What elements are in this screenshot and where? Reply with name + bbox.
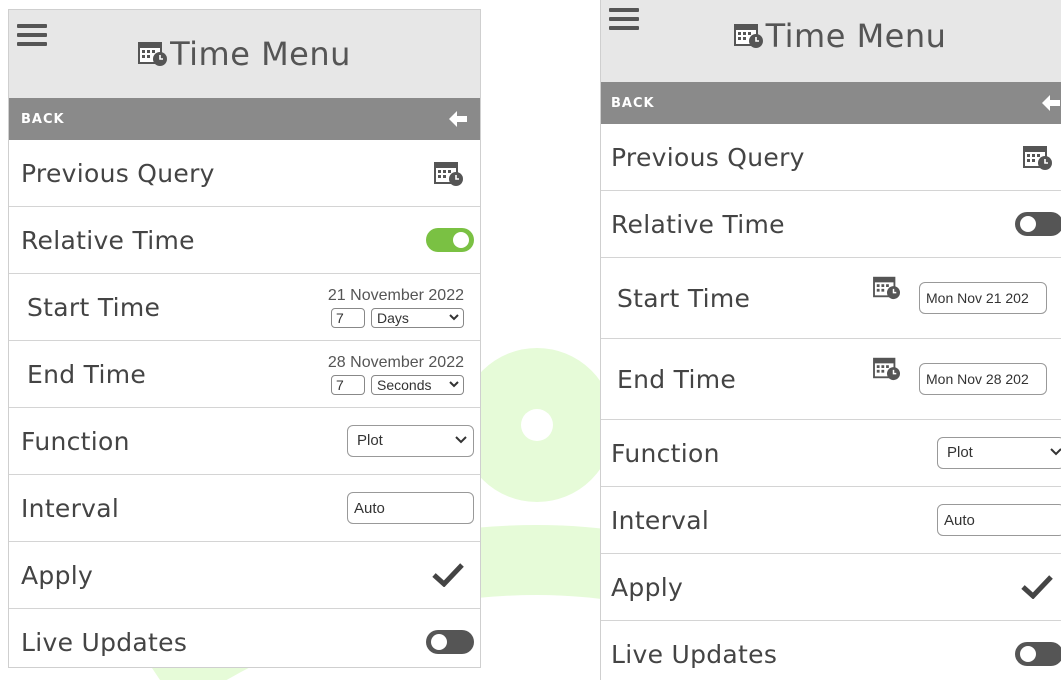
live-updates-label: Live Updates	[611, 640, 778, 669]
live-updates-row: Live Updates	[9, 609, 480, 667]
interval-label: Interval	[21, 494, 120, 523]
calendar-clock-icon[interactable]	[434, 158, 464, 188]
apply-row[interactable]: Apply	[9, 542, 480, 609]
function-label: Function	[611, 439, 720, 468]
start-date-text: 21 November 2022	[327, 287, 464, 304]
function-row: Function Plot	[601, 420, 1061, 487]
page-title: Time Menu	[601, 17, 1061, 55]
start-amount-input[interactable]: 7	[331, 308, 365, 328]
start-time-row: Start Time 21 November 2022 7 Days	[9, 274, 480, 341]
calendar-clock-icon	[138, 42, 168, 66]
previous-query-row[interactable]: Previous Query	[9, 140, 480, 207]
end-time-row: End Time 28 November 2022 7 Seconds	[9, 341, 480, 408]
start-time-row: Start Time Mon Nov 21 202	[601, 258, 1061, 339]
apply-label: Apply	[21, 561, 94, 590]
apply-row[interactable]: Apply	[601, 554, 1061, 621]
start-time-label: Start Time	[27, 293, 161, 322]
end-unit-value: Seconds	[377, 377, 432, 393]
checkmark-icon[interactable]	[432, 563, 464, 587]
function-value: Plot	[357, 432, 383, 449]
function-value: Plot	[947, 444, 973, 461]
interval-label: Interval	[611, 506, 710, 535]
start-date-input[interactable]: Mon Nov 21 202	[919, 282, 1047, 314]
calendar-clock-icon	[733, 24, 763, 48]
page-title-text: Time Menu	[765, 17, 947, 55]
relative-time-label: Relative Time	[611, 210, 785, 239]
header: Time Menu	[601, 0, 1061, 82]
chevron-down-icon	[1050, 448, 1061, 456]
relative-time-label: Relative Time	[21, 226, 195, 255]
end-date-input[interactable]: Mon Nov 28 202	[919, 363, 1047, 395]
arrow-left-icon[interactable]	[448, 110, 468, 128]
chevron-down-icon	[449, 314, 459, 321]
calendar-clock-icon[interactable]	[873, 355, 901, 381]
live-updates-toggle[interactable]	[426, 630, 474, 654]
interval-input[interactable]: Auto	[347, 492, 474, 524]
end-amount-input[interactable]: 7	[331, 375, 365, 395]
time-menu-panel-absolute: Time Menu BACK Previous Query Relative T…	[600, 0, 1061, 680]
calendar-clock-icon[interactable]	[873, 274, 901, 300]
chevron-down-icon	[449, 381, 459, 388]
end-time-row: End Time Mon Nov 28 202	[601, 339, 1061, 420]
relative-time-toggle[interactable]	[1015, 212, 1061, 236]
previous-query-row[interactable]: Previous Query	[601, 124, 1061, 191]
chevron-down-icon	[455, 436, 467, 444]
previous-query-label: Previous Query	[611, 143, 805, 172]
apply-label: Apply	[611, 573, 684, 602]
back-label: BACK	[611, 96, 655, 111]
start-time-label: Start Time	[617, 284, 751, 313]
calendar-clock-icon[interactable]	[1023, 142, 1053, 172]
function-row: Function Plot	[9, 408, 480, 475]
previous-query-label: Previous Query	[21, 159, 215, 188]
relative-time-row: Relative Time	[601, 191, 1061, 258]
live-updates-toggle[interactable]	[1015, 642, 1061, 666]
start-unit-value: Days	[377, 310, 409, 326]
page-title: Time Menu	[9, 35, 480, 73]
end-date-text: 28 November 2022	[327, 354, 464, 371]
interval-input[interactable]: Auto	[937, 504, 1061, 536]
start-unit-select[interactable]: Days	[371, 308, 464, 328]
end-time-label: End Time	[27, 360, 147, 389]
live-updates-label: Live Updates	[21, 628, 188, 657]
checkmark-icon[interactable]	[1021, 575, 1053, 599]
live-updates-row: Live Updates	[601, 621, 1061, 680]
function-label: Function	[21, 427, 130, 456]
function-select[interactable]: Plot	[347, 425, 474, 457]
back-label: BACK	[21, 112, 65, 127]
time-menu-panel-relative: Time Menu BACK Previous Query Relative T…	[8, 9, 481, 668]
end-time-label: End Time	[617, 365, 737, 394]
back-bar[interactable]: BACK	[9, 98, 480, 140]
arrow-left-icon[interactable]	[1041, 94, 1061, 112]
relative-time-row: Relative Time	[9, 207, 480, 274]
header: Time Menu	[9, 10, 480, 98]
page-title-text: Time Menu	[170, 35, 351, 73]
back-bar[interactable]: BACK	[601, 82, 1061, 124]
end-unit-select[interactable]: Seconds	[371, 375, 464, 395]
interval-row: Interval Auto	[601, 487, 1061, 554]
relative-time-toggle[interactable]	[426, 228, 474, 252]
interval-row: Interval Auto	[9, 475, 480, 542]
function-select[interactable]: Plot	[937, 437, 1061, 469]
